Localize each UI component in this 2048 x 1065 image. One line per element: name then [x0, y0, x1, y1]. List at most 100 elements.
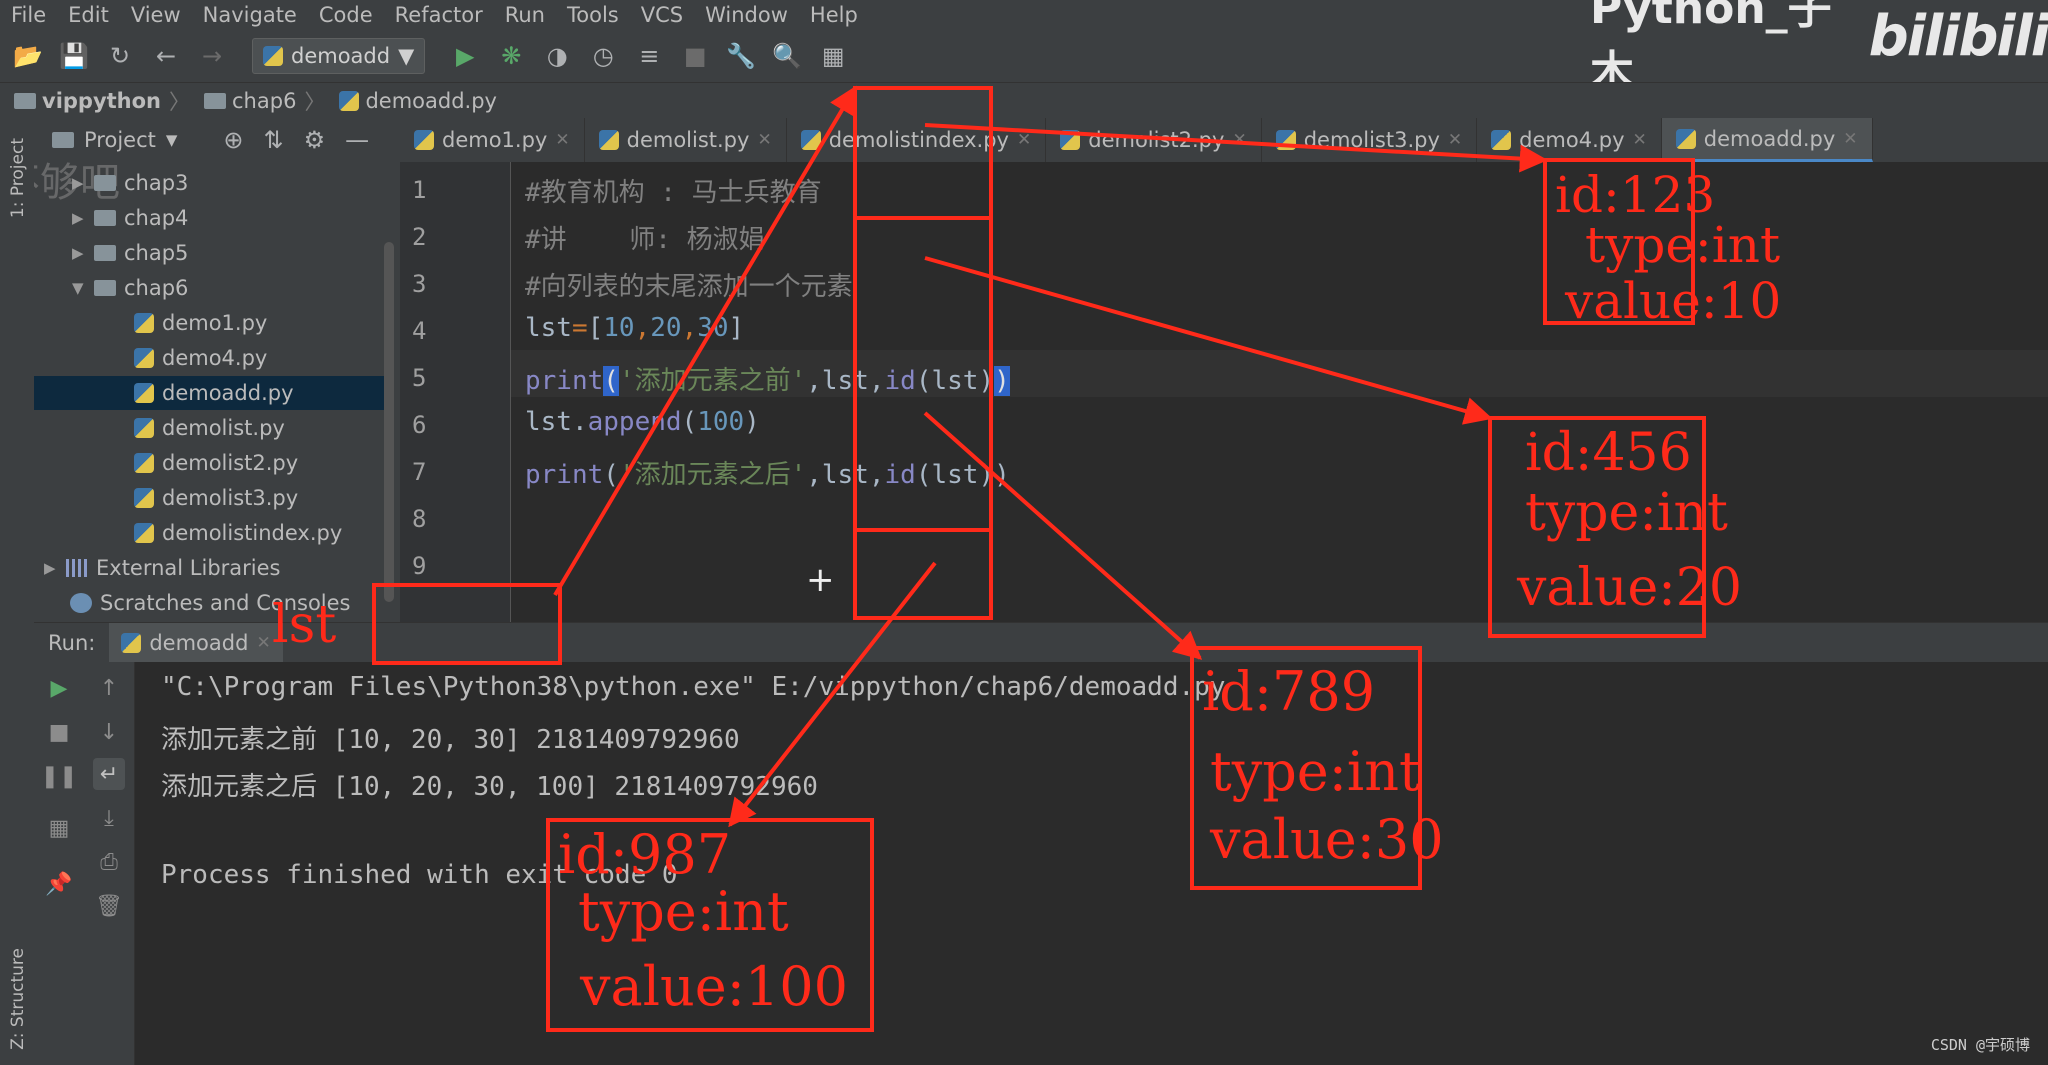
coverage-icon[interactable]: ◑ [541, 40, 573, 72]
scroll-to-end-icon[interactable]: ⤓ [93, 802, 125, 834]
tab-demolistindex[interactable]: demolistindex.py ✕ [787, 118, 1047, 162]
python-file-icon [1060, 130, 1081, 150]
close-icon[interactable]: ✕ [1232, 130, 1246, 150]
project-view-selector[interactable]: Project [84, 128, 156, 152]
expand-arrow-icon[interactable]: ▶ [44, 559, 58, 577]
menu-window[interactable]: Window [694, 3, 799, 27]
arrow-up-icon[interactable]: ↑ [93, 672, 125, 704]
close-icon[interactable]: ✕ [1843, 129, 1857, 149]
tab-demo1[interactable]: demo1.py ✕ [400, 118, 585, 162]
close-icon[interactable]: ✕ [757, 130, 771, 150]
save-icon[interactable]: 💾 [58, 40, 90, 72]
rerun-icon[interactable]: ▶ [43, 672, 75, 704]
breadcrumb-file[interactable]: demoadd.py [325, 89, 497, 113]
project-panel-header: Project ▼ ⊕ ⇅ ⚙ — [34, 118, 400, 162]
python-file-icon [1675, 128, 1696, 149]
profile-icon[interactable]: ◷ [587, 40, 619, 72]
breadcrumb-folder[interactable]: chap6 [190, 89, 296, 113]
run-config-dropdown[interactable]: demoadd ▼ [252, 38, 426, 74]
sync-icon[interactable]: ↻ [104, 40, 136, 72]
menu-navigate[interactable]: Navigate [192, 3, 308, 27]
expand-arrow-icon[interactable]: ▶ [72, 209, 86, 227]
menu-code[interactable]: Code [308, 3, 384, 27]
gear-icon[interactable]: ⚙ [304, 126, 326, 154]
run-tab-demoadd[interactable]: demoadd ✕ [109, 622, 283, 663]
console-line: 添加元素之后 [10, 20, 30, 100] 2181409792960 [161, 772, 818, 802]
python-file-icon [134, 313, 154, 333]
tree-item-demoadd[interactable]: demoadd.py [34, 376, 386, 410]
project-tool-button[interactable]: 1: Project [8, 138, 28, 218]
tab-demoadd[interactable]: demoadd.py ✕ [1661, 118, 1873, 162]
locate-icon[interactable]: ⊕ [223, 126, 243, 154]
menu-vcs[interactable]: VCS [630, 3, 694, 27]
run-icon[interactable]: ▶ [449, 40, 481, 72]
tree-item-scratches[interactable]: Scratches and Consoles [70, 586, 351, 620]
expand-arrow-icon[interactable]: ▶ [72, 244, 86, 262]
collapse-all-icon[interactable]: ⇅ [264, 126, 284, 154]
line-number: 3 [412, 270, 427, 298]
soft-wrap-icon[interactable]: ↵ [93, 758, 125, 790]
back-icon[interactable]: ← [150, 40, 182, 72]
tree-item-chap6[interactable]: ▼ chap6 [72, 271, 188, 305]
layout-icon[interactable]: ▦ [43, 812, 75, 844]
tree-item-demolist2[interactable]: demolist2.py [134, 446, 298, 480]
folder-icon [14, 93, 36, 109]
breadcrumb-separator: 〉 [304, 90, 326, 114]
run-console[interactable]: "C:\Program Files\Python38\python.exe" E… [135, 662, 2048, 1065]
debug-icon[interactable]: ❋ [495, 40, 527, 72]
menu-refactor[interactable]: Refactor [384, 3, 494, 27]
menu-edit[interactable]: Edit [57, 3, 120, 27]
close-icon[interactable]: ✕ [1017, 130, 1031, 150]
tree-item-chap5[interactable]: ▶ chap5 [72, 236, 188, 270]
tree-item-demolist3[interactable]: demolist3.py [134, 481, 298, 515]
pause-icon[interactable]: ❚❚ [41, 760, 78, 792]
menu-tools[interactable]: Tools [556, 3, 630, 27]
close-icon[interactable]: ✕ [555, 130, 569, 150]
forward-icon[interactable]: → [196, 40, 228, 72]
print-icon[interactable]: ⎙ [93, 846, 125, 878]
collapse-arrow-icon[interactable]: ▼ [72, 279, 86, 297]
trash-icon[interactable]: 🗑 [93, 890, 125, 922]
search-icon[interactable]: 🔍 [771, 40, 803, 72]
pin-icon[interactable]: 📌 [43, 868, 75, 900]
structure-icon[interactable]: ▦ [817, 40, 849, 72]
concurrency-icon[interactable]: ≡ [633, 40, 665, 72]
folder-icon [204, 93, 227, 109]
menu-help[interactable]: Help [799, 3, 869, 27]
stop-icon[interactable]: ■ [679, 40, 711, 72]
python-file-icon [134, 348, 154, 368]
tree-item-demo1[interactable]: demo1.py [134, 306, 267, 340]
close-icon[interactable]: ✕ [1633, 130, 1647, 150]
tree-item-demo4[interactable]: demo4.py [134, 341, 267, 375]
expand-arrow-icon[interactable]: ▶ [72, 174, 86, 192]
structure-tool-button[interactable]: Z: Structure [8, 948, 28, 1050]
folder-icon [94, 210, 116, 226]
open-folder-icon[interactable]: 📂 [12, 40, 44, 72]
breadcrumb-project[interactable]: vippython [0, 89, 161, 113]
bilibili-logo: bilibili [1868, 3, 2048, 69]
close-icon[interactable]: ✕ [1448, 130, 1462, 150]
crosshair-cursor-icon: + [806, 560, 835, 600]
arrow-down-icon[interactable]: ↓ [93, 716, 125, 748]
tab-demolist[interactable]: demolist.py ✕ [585, 118, 787, 162]
tree-item-demolistindex[interactable]: demolistindex.py [134, 516, 342, 550]
code-editor[interactable]: #教育机构 : 马士兵教育 #讲 师: 杨淑娟 #向列表的末尾添加一个元素 ls… [511, 162, 2048, 622]
chevron-down-icon[interactable]: ▼ [166, 131, 178, 149]
menu-view[interactable]: View [120, 3, 192, 27]
tree-item-chap3[interactable]: ▶ chap3 [72, 166, 188, 200]
hide-icon[interactable]: — [345, 126, 369, 154]
wrench-icon[interactable]: 🔧 [725, 40, 757, 72]
tree-item-demolist[interactable]: demolist.py [134, 411, 285, 445]
tab-demolist2[interactable]: demolist2.py ✕ [1046, 118, 1262, 162]
close-icon[interactable]: ✕ [256, 633, 270, 653]
tab-demolist3[interactable]: demolist3.py ✕ [1262, 118, 1478, 162]
line-number: 2 [412, 223, 427, 251]
menu-run[interactable]: Run [494, 3, 556, 27]
stop-icon[interactable]: ■ [43, 716, 75, 748]
menu-file[interactable]: File [0, 3, 57, 27]
tab-demo4[interactable]: demo4.py ✕ [1477, 118, 1662, 162]
project-tree: 不够吧 ▶chap3 ▶chap4 ▶chap5 ▼chap6 demo1.py… [34, 162, 400, 622]
tree-item-chap4[interactable]: ▶ chap4 [72, 201, 188, 235]
tree-scrollbar[interactable] [384, 242, 394, 602]
tree-item-external-libraries[interactable]: ▶ External Libraries [44, 551, 281, 585]
